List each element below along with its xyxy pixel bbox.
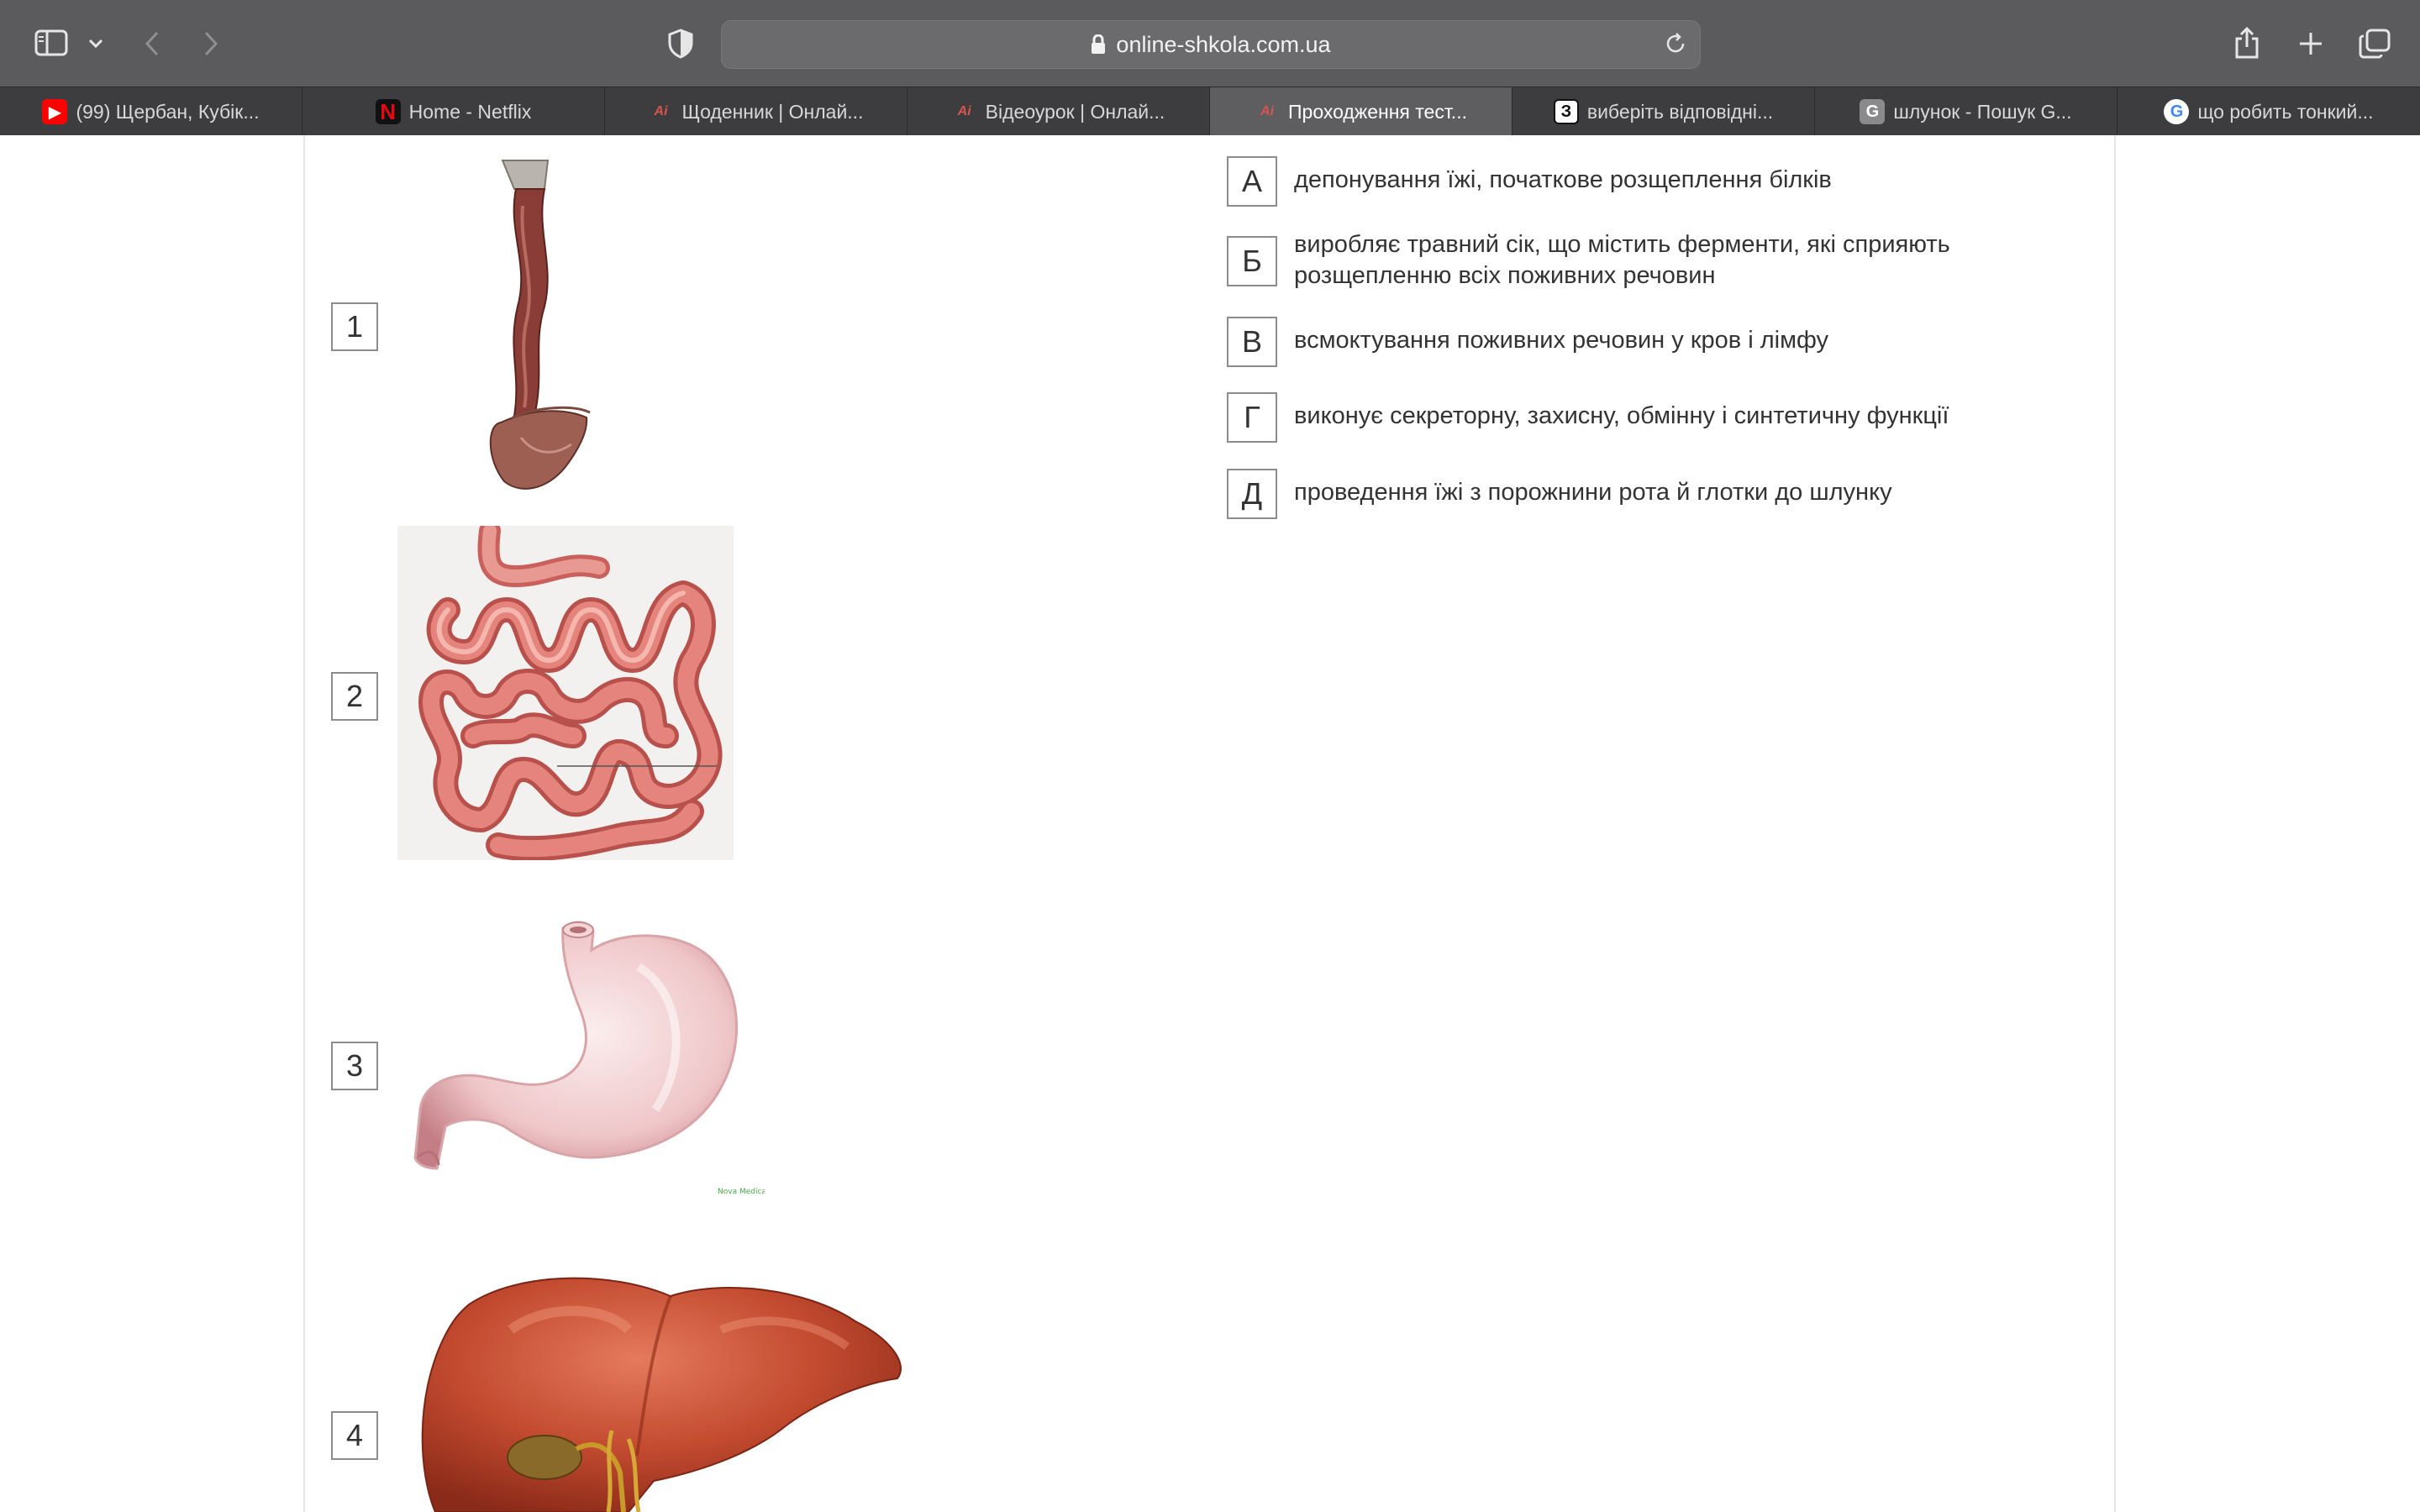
answer-text: виконує секреторну, захисну, обмінну і с… <box>1294 402 1949 429</box>
sidebar-menu-button[interactable] <box>86 34 106 54</box>
share-button[interactable] <box>2230 24 2264 62</box>
svg-text:Nova Medica: Nova Medica <box>718 1188 765 1196</box>
reload-icon[interactable] <box>1663 31 1688 56</box>
tab-title: шлунок - Пошук G... <box>1893 100 2072 123</box>
tab-google-search-stomach[interactable]: G шлунок - Пошук G... <box>1815 87 2118 136</box>
lock-icon <box>1092 34 1106 54</box>
tab-youtube[interactable]: ▶ (99) Щербан, Кубік... <box>0 87 302 136</box>
address-bar[interactable]: online-shkola.com.ua <box>721 20 1701 69</box>
tab-title: Проходження тест... <box>1288 100 1467 123</box>
privacy-report-button[interactable] <box>664 27 697 60</box>
small-intestine-image <box>397 520 734 862</box>
tab-title: що робить тонкий... <box>2197 100 2374 123</box>
answer-letter-box[interactable]: Б <box>1227 236 1277 286</box>
item-number-box: 1 <box>331 302 378 351</box>
content-left-border <box>303 135 305 1512</box>
back-button[interactable] <box>139 27 165 60</box>
google-icon: G <box>2164 99 2190 124</box>
netflix-icon: N <box>375 99 401 124</box>
plus-icon <box>2300 33 2322 55</box>
youtube-icon: ▶ <box>42 99 68 124</box>
sidebar-toggle-button[interactable] <box>34 29 69 57</box>
share-icon <box>2235 26 2259 59</box>
answer-text: депонування їжі, початкове розщеплення б… <box>1294 166 1832 193</box>
answer-letter-box[interactable]: Д <box>1227 469 1277 519</box>
tab-title: виберіть відповідні... <box>1586 100 1774 123</box>
tab-title: (99) Щербан, Кубік... <box>76 100 260 123</box>
item-number-box: 3 <box>331 1042 378 1090</box>
browser-toolbar: online-shkola.com.ua <box>0 0 2420 87</box>
tab-bar: ▶ (99) Щербан, Кубік... N Home - Netflix… <box>0 87 2420 136</box>
sidebar-icon <box>34 29 68 56</box>
znanija-icon: З <box>1553 99 1579 124</box>
chevron-left-icon <box>145 31 159 56</box>
page-content: 1 2 3 Nova Medica 4 А депонування їжі, п… <box>0 135 2420 1512</box>
answer-letter-box[interactable]: В <box>1227 317 1277 367</box>
tab-diary[interactable]: Ai Щоденник | Онлай... <box>605 87 908 136</box>
forward-button[interactable] <box>198 27 224 60</box>
stomach-image: Nova Medica <box>413 921 765 1196</box>
tab-znanija[interactable]: З виберіть відповідні... <box>1512 87 1815 136</box>
chevron-down-icon <box>88 39 103 49</box>
answer-text: проведення їжі з порожнини рота й глотки… <box>1294 479 1892 506</box>
answer-text: всмоктування поживних речовин у кров і л… <box>1294 327 1829 354</box>
url-text: online-shkola.com.ua <box>1116 31 1331 57</box>
tab-title: Home - Netflix <box>408 100 532 123</box>
tab-overview-button[interactable] <box>2356 25 2393 62</box>
online-shkola-icon: Ai <box>957 104 971 118</box>
tab-test-active[interactable]: Ai Проходження тест... <box>1210 87 1512 136</box>
tab-title: Відеоурок | Онлай... <box>985 100 1165 123</box>
item-number-box: 4 <box>331 1411 378 1460</box>
tab-overview-icon <box>2359 29 2391 59</box>
chevron-right-icon <box>204 31 218 56</box>
tab-title: Щоденник | Онлай... <box>681 100 864 123</box>
online-shkola-icon: Ai <box>1260 104 1275 118</box>
shield-icon <box>668 29 693 59</box>
online-shkola-icon: Ai <box>654 104 668 118</box>
answer-letter-box[interactable]: А <box>1227 156 1277 207</box>
answer-letter-box[interactable]: Г <box>1227 392 1277 443</box>
answer-text: виробляє травний сік, що містить фермент… <box>1294 231 1950 289</box>
item-number-box: 2 <box>331 672 378 721</box>
g-icon: G <box>1860 99 1886 124</box>
liver-image <box>421 1277 902 1512</box>
new-tab-button[interactable] <box>2294 27 2328 60</box>
content-right-border <box>2114 135 2116 1512</box>
tab-netflix[interactable]: N Home - Netflix <box>302 87 605 136</box>
tab-video-lesson[interactable]: Ai Відеоурок | Онлай... <box>908 87 1210 136</box>
tab-google-search-intestine[interactable]: G що робить тонкий... <box>2118 87 2420 136</box>
esophagus-image <box>489 160 591 490</box>
